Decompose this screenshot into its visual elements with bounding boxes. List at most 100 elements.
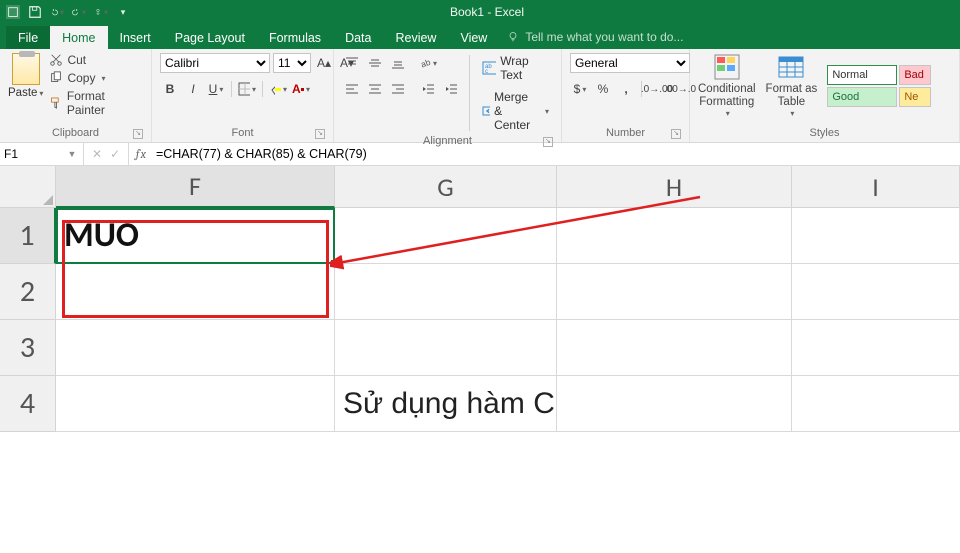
touch-mode-icon[interactable] bbox=[94, 5, 108, 19]
col-header-G[interactable]: G bbox=[335, 166, 557, 208]
cell-F4[interactable] bbox=[56, 376, 335, 432]
accounting-format-button[interactable]: $ bbox=[570, 79, 590, 99]
cell-H2[interactable] bbox=[557, 264, 792, 320]
formula-input[interactable] bbox=[152, 143, 960, 165]
increase-indent-icon[interactable] bbox=[441, 79, 461, 99]
cell-style-neutral[interactable]: Ne bbox=[899, 87, 931, 107]
comma-format-button[interactable]: , bbox=[616, 79, 636, 99]
svg-text:c: c bbox=[485, 69, 488, 75]
tab-page-layout[interactable]: Page Layout bbox=[163, 26, 257, 49]
group-label-clipboard: Clipboard↘ bbox=[8, 125, 143, 142]
font-dialog-launcher[interactable]: ↘ bbox=[315, 129, 325, 139]
redo-icon[interactable] bbox=[72, 5, 86, 19]
bold-button[interactable]: B bbox=[160, 79, 180, 99]
cell-F3[interactable] bbox=[56, 320, 335, 376]
cancel-formula-icon[interactable]: ✕ bbox=[92, 147, 102, 161]
row-header-2[interactable]: 2 bbox=[0, 264, 56, 320]
tab-home[interactable]: Home bbox=[50, 26, 107, 49]
worksheet[interactable]: F G H I 1 MUO 2 3 4 Sử dụng hàm CHAR tro… bbox=[0, 166, 960, 432]
ribbon-tabs: File Home Insert Page Layout Formulas Da… bbox=[0, 24, 960, 49]
cell-F1[interactable]: MUO bbox=[56, 208, 335, 264]
paste-button[interactable]: Paste bbox=[8, 53, 43, 99]
cell-style-good[interactable]: Good bbox=[827, 87, 897, 107]
decrease-decimal-icon[interactable]: .00→.0 bbox=[670, 79, 690, 99]
col-header-I[interactable]: I bbox=[792, 166, 960, 208]
brush-icon bbox=[49, 96, 62, 110]
select-all-corner[interactable] bbox=[0, 166, 56, 208]
align-top-icon[interactable] bbox=[342, 53, 362, 73]
col-header-F[interactable]: F bbox=[56, 166, 335, 208]
align-right-icon[interactable] bbox=[388, 79, 408, 99]
cell-I4[interactable] bbox=[792, 376, 960, 432]
number-dialog-launcher[interactable]: ↘ bbox=[671, 129, 681, 139]
name-box[interactable]: ▼ bbox=[0, 143, 84, 165]
cell-H3[interactable] bbox=[557, 320, 792, 376]
tab-data[interactable]: Data bbox=[333, 26, 383, 49]
cell-style-bad[interactable]: Bad bbox=[899, 65, 931, 85]
qat-customize-icon[interactable]: ▾ bbox=[116, 5, 130, 19]
align-left-icon[interactable] bbox=[342, 79, 362, 99]
name-box-dropdown-icon[interactable]: ▼ bbox=[64, 149, 80, 159]
format-as-table-button[interactable]: Format as Table bbox=[766, 53, 818, 119]
row-header-3[interactable]: 3 bbox=[0, 320, 56, 376]
fx-icon[interactable]: ƒx bbox=[129, 143, 152, 165]
tab-file[interactable]: File bbox=[6, 26, 50, 49]
tell-me-search[interactable]: Tell me what you want to do... bbox=[499, 25, 691, 49]
conditional-formatting-button[interactable]: Conditional Formatting bbox=[698, 53, 756, 119]
tab-formulas[interactable]: Formulas bbox=[257, 26, 333, 49]
decrease-indent-icon[interactable] bbox=[418, 79, 438, 99]
tell-me-placeholder: Tell me what you want to do... bbox=[525, 30, 683, 44]
group-label-alignment: Alignment↘ bbox=[342, 133, 553, 150]
row-header-4[interactable]: 4 bbox=[0, 376, 56, 432]
align-center-icon[interactable] bbox=[365, 79, 385, 99]
cell-G4[interactable]: Sử dụng hàm CHAR trong Excel bbox=[335, 376, 557, 432]
font-size-select[interactable]: 11 bbox=[273, 53, 311, 73]
number-format-select[interactable]: General bbox=[570, 53, 690, 73]
format-painter-button[interactable]: Format Painter bbox=[49, 89, 143, 117]
orientation-button[interactable]: ab bbox=[418, 53, 438, 73]
align-bottom-icon[interactable] bbox=[388, 53, 408, 73]
percent-format-button[interactable]: % bbox=[593, 79, 613, 99]
tab-view[interactable]: View bbox=[448, 26, 499, 49]
copy-button[interactable]: Copy bbox=[49, 71, 143, 85]
cell-H4[interactable] bbox=[557, 376, 792, 432]
group-font: Calibri 11 A▴ A▾ B I U A Font↘ bbox=[152, 49, 334, 142]
clipboard-dialog-launcher[interactable]: ↘ bbox=[133, 129, 143, 139]
cell-F2[interactable] bbox=[56, 264, 335, 320]
col-header-H[interactable]: H bbox=[557, 166, 792, 208]
cell-H1[interactable] bbox=[557, 208, 792, 264]
conditional-formatting-icon bbox=[713, 53, 741, 81]
group-number: General $ % , .0→.00 .00→.0 Number↘ bbox=[562, 49, 690, 142]
cell-G3[interactable] bbox=[335, 320, 557, 376]
cell-G1[interactable] bbox=[335, 208, 557, 264]
underline-button[interactable]: U bbox=[206, 79, 226, 99]
copy-icon bbox=[49, 71, 63, 85]
name-box-input[interactable] bbox=[0, 147, 64, 161]
borders-button[interactable] bbox=[237, 79, 257, 99]
undo-icon[interactable] bbox=[50, 5, 64, 19]
align-middle-icon[interactable] bbox=[365, 53, 385, 73]
save-icon[interactable] bbox=[28, 5, 42, 19]
cell-I1[interactable] bbox=[792, 208, 960, 264]
cell-I3[interactable] bbox=[792, 320, 960, 376]
font-color-button[interactable]: A bbox=[291, 79, 311, 99]
merge-center-button[interactable]: Merge & Center bbox=[478, 89, 553, 133]
paste-label: Paste bbox=[8, 87, 43, 99]
italic-button[interactable]: I bbox=[183, 79, 203, 99]
tab-review[interactable]: Review bbox=[383, 26, 448, 49]
tab-insert[interactable]: Insert bbox=[108, 26, 163, 49]
cut-button[interactable]: Cut bbox=[49, 53, 143, 67]
alignment-dialog-launcher[interactable]: ↘ bbox=[543, 137, 553, 147]
cell-I2[interactable] bbox=[792, 264, 960, 320]
font-name-select[interactable]: Calibri bbox=[160, 53, 270, 73]
title-bar: ▾ Book1 - Excel bbox=[0, 0, 960, 24]
cell-G2[interactable] bbox=[335, 264, 557, 320]
group-styles: Conditional Formatting Format as Table N… bbox=[690, 49, 960, 142]
cell-style-normal[interactable]: Normal bbox=[827, 65, 897, 85]
increase-font-icon[interactable]: A▴ bbox=[314, 53, 334, 73]
row-header-1[interactable]: 1 bbox=[0, 208, 56, 264]
fill-color-button[interactable] bbox=[268, 79, 288, 99]
enter-formula-icon[interactable]: ✓ bbox=[110, 147, 120, 161]
scissors-icon bbox=[49, 53, 63, 67]
wrap-text-button[interactable]: abcWrap Text bbox=[478, 53, 553, 83]
